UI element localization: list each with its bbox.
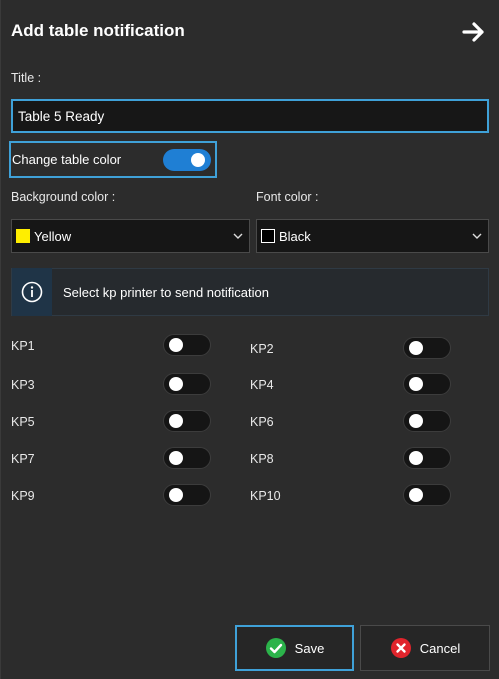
printer-toggle-kp4[interactable]: [403, 373, 451, 395]
printer-toggle-kp5[interactable]: [163, 410, 211, 432]
panel-title: Add table notification: [11, 21, 185, 40]
printer-label-kp4: KP4: [250, 378, 274, 392]
background-color-select[interactable]: Yellow: [11, 219, 250, 253]
black-swatch: [261, 229, 275, 243]
toggle-knob: [409, 377, 423, 391]
printer-label-kp3: KP3: [11, 378, 35, 392]
printer-toggle-kp2[interactable]: [403, 337, 451, 359]
printer-label-kp10: KP10: [250, 489, 281, 503]
chevron-down-icon: [472, 233, 482, 239]
printer-label-kp7: KP7: [11, 452, 35, 466]
printer-label-kp9: KP9: [11, 489, 35, 503]
info-icon-container: [12, 268, 52, 316]
printer-label-kp8: KP8: [250, 452, 274, 466]
printer-label-kp6: KP6: [250, 415, 274, 429]
cancel-label: Cancel: [419, 640, 461, 656]
font-color-value: Black: [279, 228, 311, 244]
printer-toggle-kp9[interactable]: [163, 484, 211, 506]
info-icon: [21, 281, 43, 303]
toggle-knob: [409, 451, 423, 465]
save-label: Save: [294, 640, 325, 656]
printer-label-kp1: KP1: [11, 339, 35, 353]
printer-toggle-kp8[interactable]: [403, 447, 451, 469]
info-banner: Select kp printer to send notification: [11, 268, 489, 316]
toggle-knob: [191, 153, 205, 167]
toggle-knob: [169, 414, 183, 428]
background-color-value: Yellow: [34, 228, 72, 244]
font-color-select[interactable]: Black: [256, 219, 489, 253]
change-table-color-label: Change table color: [12, 152, 122, 167]
toggle-knob: [169, 338, 183, 352]
arrow-right-icon[interactable]: [461, 20, 487, 44]
toggle-knob: [169, 377, 183, 391]
close-circle-icon: [390, 637, 412, 659]
font-color-label: Font color :: [256, 190, 319, 204]
printer-toggle-kp10[interactable]: [403, 484, 451, 506]
cancel-button[interactable]: Cancel: [360, 625, 490, 671]
printer-toggle-kp6[interactable]: [403, 410, 451, 432]
toggle-knob: [169, 488, 183, 502]
printer-toggle-kp1[interactable]: [163, 334, 211, 356]
printer-toggle-kp7[interactable]: [163, 447, 211, 469]
printer-toggle-kp3[interactable]: [163, 373, 211, 395]
chevron-down-icon: [233, 233, 243, 239]
add-table-notification-panel: Add table notification Title : Change ta…: [0, 0, 499, 679]
change-table-color-row: Change table color: [9, 141, 217, 178]
toggle-knob: [409, 341, 423, 355]
info-text: Select kp printer to send notification: [63, 284, 269, 300]
background-color-label: Background color :: [11, 190, 116, 204]
toggle-knob: [409, 488, 423, 502]
printer-label-kp2: KP2: [250, 342, 274, 356]
save-button[interactable]: Save: [235, 625, 354, 671]
toggle-knob: [409, 414, 423, 428]
title-input[interactable]: [11, 99, 489, 133]
toggle-knob: [169, 451, 183, 465]
check-circle-icon: [265, 637, 287, 659]
change-table-color-toggle[interactable]: [163, 149, 211, 171]
title-label: Title :: [11, 71, 42, 85]
printer-label-kp5: KP5: [11, 415, 35, 429]
yellow-swatch: [16, 229, 30, 243]
